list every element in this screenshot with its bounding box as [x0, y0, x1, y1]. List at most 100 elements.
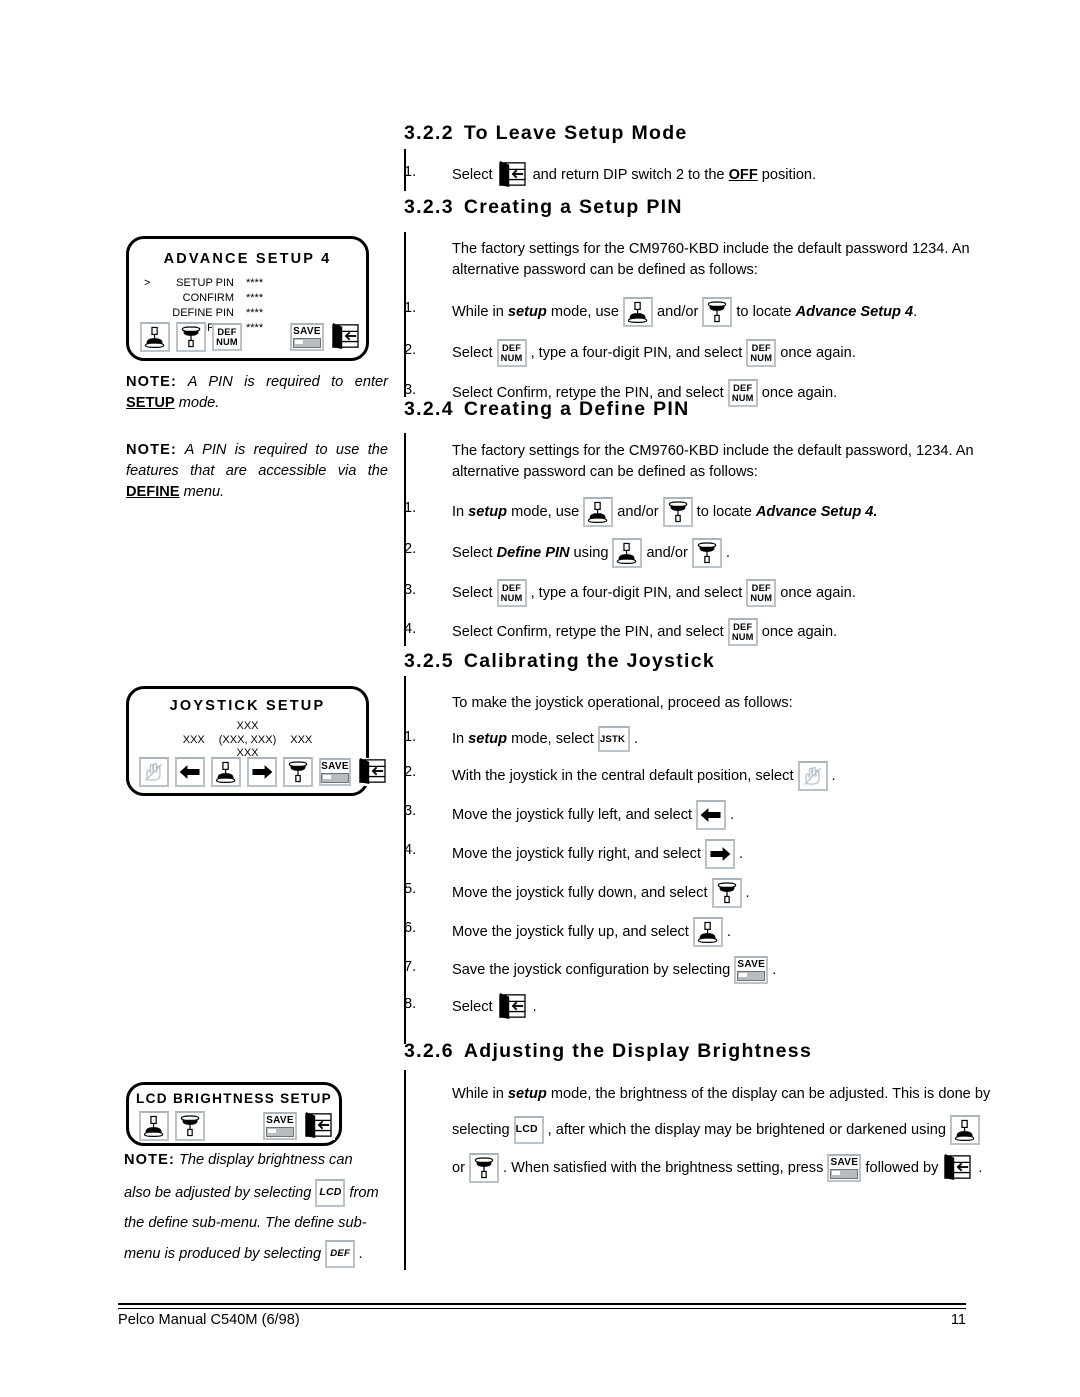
defnum-key[interactable]: DEF NUM	[496, 579, 527, 607]
list-item: 3. Select DEF NUM , type a four-digit PI…	[404, 579, 1080, 607]
exit-icon[interactable]	[330, 323, 362, 351]
defnum-key-bottom: NUM	[731, 631, 754, 642]
joystick-down-icon[interactable]	[711, 878, 742, 908]
save-key[interactable]: SAVE	[290, 323, 324, 351]
arrow-right-icon[interactable]	[247, 757, 277, 787]
defnum-key-bottom: NUM	[500, 352, 523, 363]
joystick-up-icon[interactable]	[583, 497, 614, 527]
step-text: Move the joystick fully right, and selec…	[452, 845, 702, 862]
section-title: Adjusting the Display Brightness	[463, 1040, 813, 1062]
section-heading: 3.2.2 To Leave Setup Mode	[404, 122, 1080, 145]
step-list: 1. In setup mode, select JSTK . 2. With th…	[404, 726, 1080, 1021]
defnum-key[interactable]: DEF NUM	[496, 339, 527, 367]
step-text: .	[745, 884, 750, 901]
step-emphasis: setup	[507, 303, 547, 320]
step-emphasis: setup	[468, 503, 508, 520]
cursor-cell	[143, 306, 159, 321]
step-number: 7.	[404, 959, 417, 975]
joystick-down-icon[interactable]	[175, 1111, 205, 1141]
joystick-down-icon[interactable]	[468, 1153, 499, 1183]
exit-icon[interactable]	[357, 758, 387, 786]
body-text: selecting	[452, 1121, 510, 1138]
defnum-key[interactable]: DEF NUM	[746, 579, 777, 607]
step-emphasis: OFF	[728, 166, 758, 183]
lcd-key[interactable]: LCD	[315, 1179, 346, 1207]
joystick-up-icon[interactable]	[949, 1115, 980, 1145]
step-text: mode, use	[511, 503, 580, 520]
section-number: 3.2.5	[404, 650, 454, 672]
joystick-up-icon[interactable]	[692, 917, 723, 947]
jstk-key-label: JSTK	[599, 734, 626, 745]
exit-icon[interactable]	[496, 161, 529, 189]
joystick-up-icon[interactable]	[140, 322, 170, 352]
page-number: 11	[950, 1312, 966, 1328]
defnum-key-bottom: NUM	[750, 592, 773, 603]
cursor-cell: >	[144, 277, 151, 289]
joystick-up-icon[interactable]	[211, 757, 241, 787]
save-key-bar	[321, 773, 349, 783]
step-text: .	[739, 845, 744, 862]
lcd-key-label: LCD	[319, 1186, 342, 1199]
step-number: 5.	[404, 881, 417, 897]
step-text: and return DIP switch 2 to the	[532, 166, 725, 183]
step-text: .	[633, 730, 638, 747]
save-key[interactable]: SAVE	[827, 1154, 862, 1182]
section-intro: The factory settings for the CM9760-KBD …	[404, 239, 1080, 281]
note-text: from	[349, 1184, 379, 1201]
body-text: .	[978, 1159, 983, 1176]
joystick-readout: XXX XXX (XXX, XXX) XXX XXX	[129, 720, 366, 761]
note-setup-pin: NOTE: A PIN is required to enter SETUP m…	[126, 372, 388, 414]
note3-line2: also be adjusted by selecting LCD from	[124, 1179, 396, 1207]
defnum-key[interactable]: DEF NUM	[746, 339, 777, 367]
defnum-key[interactable]: DEF NUM	[727, 618, 758, 646]
defnum-key[interactable]: DEF NUM	[212, 323, 242, 351]
exit-icon[interactable]	[303, 1112, 335, 1140]
lcd-key[interactable]: LCD	[513, 1116, 544, 1144]
list-item: 2. With the joystick in the central defa…	[404, 761, 1080, 791]
lcd-panel-advance-setup: ADVANCE SETUP 4 > SETUP PIN **** CONFIRM…	[126, 236, 369, 361]
hand-icon[interactable]	[139, 757, 169, 787]
label-cell: CONFIRM	[182, 292, 234, 304]
save-key[interactable]: SAVE	[263, 1112, 297, 1140]
step-text: .	[726, 923, 731, 940]
step-number: 1.	[404, 500, 417, 516]
step-text: once again.	[780, 344, 856, 361]
joystick-down-icon[interactable]	[176, 322, 206, 352]
section-creating-define-pin: 3.2.4 Creating a Define PIN The factory s…	[404, 398, 1080, 646]
section-title: Creating a Setup PIN	[463, 196, 683, 218]
label-cell: SETUP PIN	[176, 277, 234, 289]
save-key[interactable]: SAVE	[319, 758, 351, 786]
arrow-right-icon[interactable]	[705, 839, 736, 869]
joystick-down-icon[interactable]	[691, 538, 722, 568]
brightness-line-3: or . When satisfied with the brightness …	[452, 1153, 1080, 1183]
body-emphasis: setup	[507, 1085, 547, 1102]
exit-icon[interactable]	[942, 1154, 975, 1182]
intro-line: alternative password can be defined as f…	[452, 262, 758, 278]
def-key[interactable]: DEF	[325, 1240, 356, 1268]
step-text: .	[913, 303, 918, 320]
list-item: 4. Move the joystick fully right, and se…	[404, 839, 1080, 869]
step-text: Select	[452, 584, 493, 601]
joystick-down-icon[interactable]	[662, 497, 693, 527]
exit-icon[interactable]	[496, 993, 529, 1021]
save-key-label: SAVE	[293, 326, 321, 337]
save-key[interactable]: SAVE	[734, 956, 769, 984]
note-text: the define sub-menu. The define sub-	[124, 1215, 367, 1231]
note-text-end: menu.	[183, 484, 225, 500]
lcd-panel-joystick-setup: JOYSTICK SETUP XXX XXX (XXX, XXX) XXX XX…	[126, 686, 387, 796]
joystick-down-icon[interactable]	[702, 297, 733, 327]
step-text: Select	[452, 166, 493, 183]
step-number: 1.	[404, 729, 417, 745]
joystick-up-icon[interactable]	[139, 1111, 169, 1141]
save-key-label: SAVE	[266, 1115, 294, 1126]
joystick-up-icon[interactable]	[612, 538, 643, 568]
arrow-left-icon[interactable]	[175, 757, 205, 787]
joystick-down-icon[interactable]	[283, 757, 313, 787]
footer-divider	[118, 1303, 966, 1309]
step-number: 4.	[404, 621, 417, 637]
arrow-left-icon[interactable]	[696, 800, 727, 830]
jstk-key[interactable]: JSTK	[597, 726, 630, 752]
joystick-up-icon[interactable]	[622, 297, 653, 327]
step-list: 1. While in setup mode, use and/or to lo…	[404, 297, 1080, 407]
hand-icon[interactable]	[797, 761, 828, 791]
